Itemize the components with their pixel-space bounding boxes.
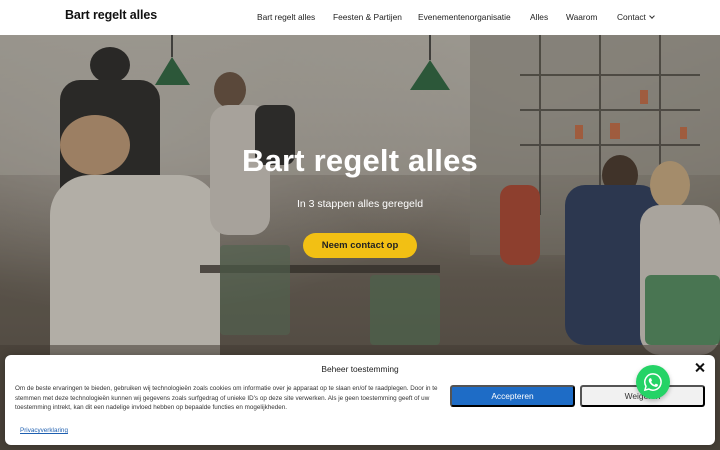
cookie-banner-title: Beheer toestemming (321, 364, 399, 374)
cookie-banner-text: Om de beste ervaringen te bieden, gebrui… (15, 385, 438, 411)
privacy-statement-link[interactable]: Privacyverklaring (20, 427, 68, 434)
main-nav: Bart regelt alles Feesten & Partijen Eve… (0, 12, 720, 24)
hero-subtitle: In 3 stappen alles geregeld (296, 198, 424, 210)
page: Bart regelt alles Bart regelt alles Fees… (0, 0, 720, 450)
site-header: Bart regelt alles Bart regelt alles Fees… (0, 0, 720, 35)
nav-item-contact-label: Contact (617, 12, 646, 22)
chevron-down-icon (649, 13, 655, 19)
hero-title: Bart regelt alles (241, 143, 478, 178)
nav-item-home[interactable]: Bart regelt alles (257, 12, 315, 22)
contact-cta-button[interactable]: Neem contact op (303, 233, 417, 258)
accept-cookies-button[interactable]: Accepteren (450, 385, 575, 407)
nav-item-evenementen[interactable]: Evenementenorganisatie (418, 12, 511, 22)
nav-item-feesten[interactable]: Feesten & Partijen (333, 12, 402, 22)
cookie-consent-banner: Beheer toestemming Om de beste ervaringe… (5, 355, 715, 445)
nav-item-waarom[interactable]: Waarom (566, 12, 597, 22)
nav-item-contact[interactable]: Contact (617, 12, 655, 22)
nav-item-alles[interactable]: Alles (530, 12, 548, 22)
close-icon[interactable] (694, 362, 706, 374)
whatsapp-icon (643, 373, 662, 392)
whatsapp-button[interactable] (636, 365, 670, 399)
